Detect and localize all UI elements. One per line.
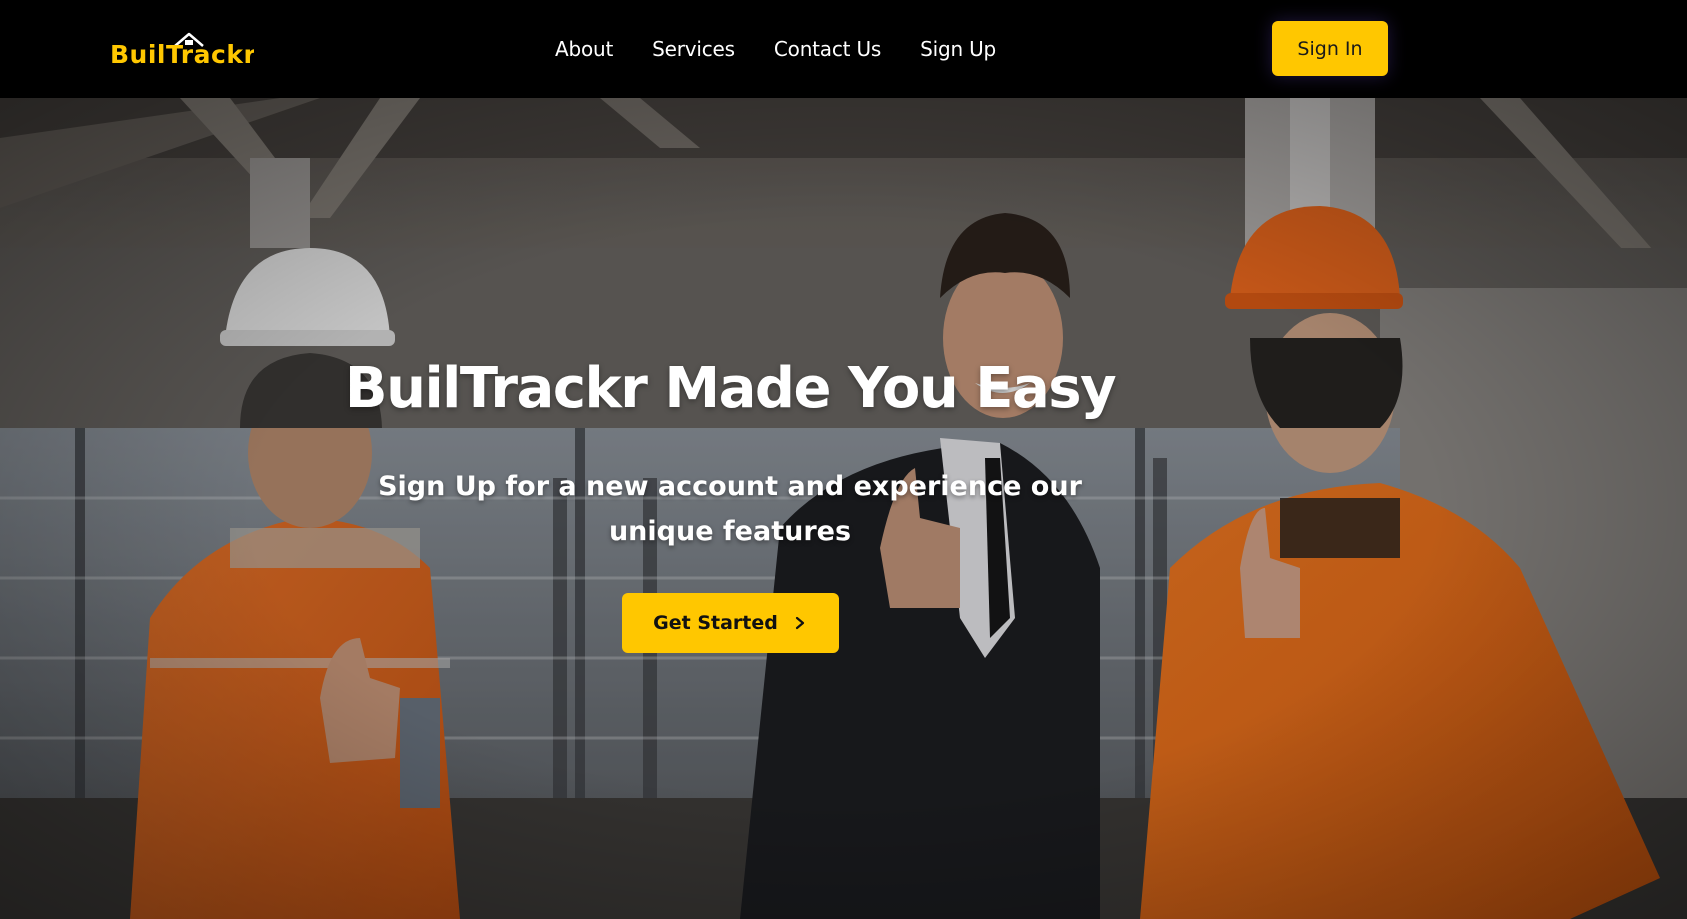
- chevron-right-icon: [795, 616, 804, 630]
- page: BuilTrackr About Services Contact Us Sig…: [0, 0, 1687, 919]
- hero-title: BuilTrackr Made You Easy: [344, 356, 1117, 421]
- get-started-button[interactable]: Get Started: [622, 593, 839, 653]
- nav-link-about[interactable]: About: [555, 37, 613, 61]
- nav-link-sign-up[interactable]: Sign Up: [920, 37, 996, 61]
- navbar: BuilTrackr About Services Contact Us Sig…: [0, 0, 1687, 98]
- hero-section: BuilTrackr Made You Easy Sign Up for a n…: [0, 98, 1687, 919]
- logo[interactable]: BuilTrackr: [109, 30, 254, 66]
- logo-text: BuilTrackr: [110, 40, 254, 66]
- get-started-label: Get Started: [653, 612, 778, 634]
- logo-graphic: BuilTrackr: [110, 32, 254, 66]
- sign-in-button[interactable]: Sign In: [1272, 21, 1388, 76]
- hero-subtitle: Sign Up for a new account and experience…: [378, 471, 1082, 547]
- main-nav: About Services Contact Us Sign Up: [555, 0, 1035, 98]
- nav-link-contact-us[interactable]: Contact Us: [774, 37, 881, 61]
- hero-content: BuilTrackr Made You Easy Sign Up for a n…: [0, 98, 1460, 919]
- nav-link-services[interactable]: Services: [652, 37, 735, 61]
